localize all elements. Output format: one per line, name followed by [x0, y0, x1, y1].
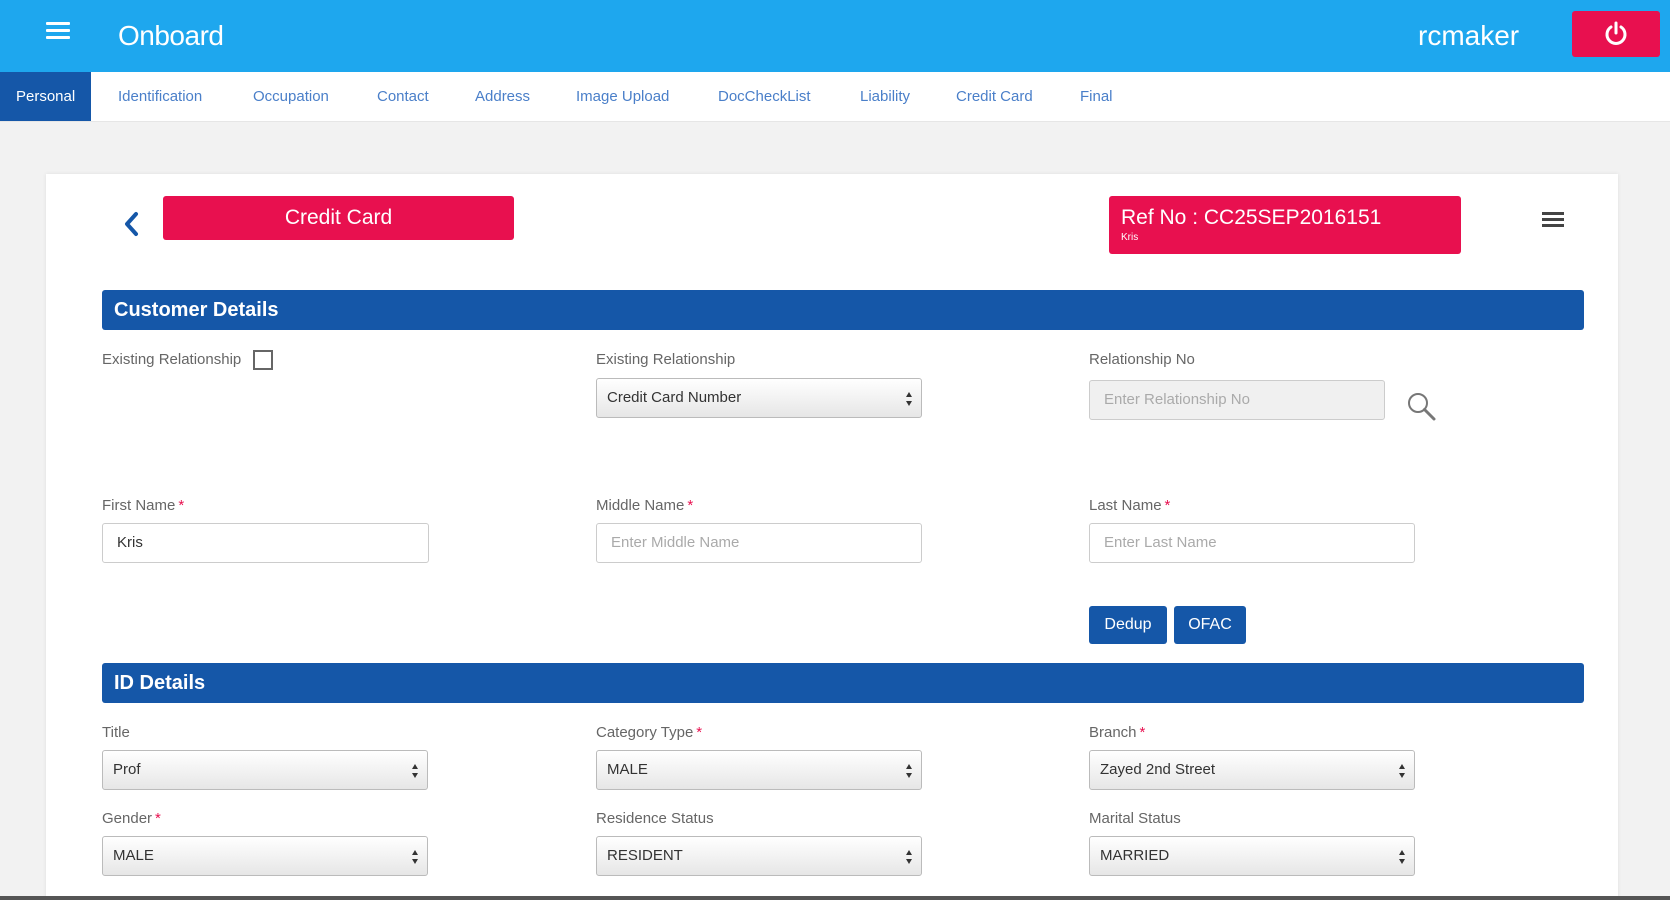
- tab-credit-card[interactable]: Credit Card: [956, 72, 1033, 121]
- required-marker: *: [178, 497, 185, 514]
- marital-status-select[interactable]: MARRIED: [1089, 836, 1415, 876]
- existing-relationship-select-label: Existing Relationship: [596, 351, 736, 368]
- required-marker: *: [687, 497, 694, 514]
- section-id-details: ID Details: [102, 663, 1584, 703]
- menu-icon[interactable]: [1542, 212, 1564, 230]
- title-select-value: Prof: [113, 761, 141, 778]
- ofac-button[interactable]: OFAC: [1174, 606, 1246, 644]
- relationship-no-input[interactable]: Enter Relationship No: [1089, 380, 1385, 420]
- last-name-label-text: Last Name: [1089, 497, 1162, 514]
- select-arrows-icon: [906, 850, 912, 864]
- residence-status-select-value: RESIDENT: [607, 847, 683, 864]
- title-label: Title: [102, 724, 130, 741]
- power-icon: [1605, 21, 1627, 45]
- tab-contact[interactable]: Contact: [377, 72, 429, 121]
- category-type-select[interactable]: MALE: [596, 750, 922, 790]
- category-type-label-text: Category Type: [596, 724, 694, 741]
- last-name-input[interactable]: Enter Last Name: [1089, 523, 1415, 563]
- select-arrows-icon: [412, 764, 418, 778]
- tab-address[interactable]: Address: [475, 72, 530, 121]
- middle-name-input[interactable]: Enter Middle Name: [596, 523, 922, 563]
- first-name-input[interactable]: Kris: [102, 523, 429, 563]
- select-arrows-icon: [906, 764, 912, 778]
- existing-relationship-select-value: Credit Card Number: [607, 389, 742, 406]
- residence-status-label: Residence Status: [596, 810, 714, 827]
- logout-button[interactable]: [1572, 11, 1660, 57]
- branch-label-text: Branch: [1089, 724, 1137, 741]
- required-marker: *: [1139, 724, 1146, 741]
- back-chevron-icon[interactable]: [120, 208, 144, 240]
- reference-number: Ref No : CC25SEP2016151: [1121, 206, 1382, 229]
- reference-badge: Ref No : CC25SEP2016151 Kris: [1109, 196, 1461, 254]
- last-name-label: Last Name *: [1089, 497, 1170, 514]
- username: rcmaker: [1418, 20, 1520, 51]
- gender-label: Gender *: [102, 810, 161, 827]
- tab-image-upload[interactable]: Image Upload: [576, 72, 669, 121]
- middle-name-label-text: Middle Name: [596, 497, 685, 514]
- branch-label: Branch *: [1089, 724, 1145, 741]
- gender-select[interactable]: MALE: [102, 836, 428, 876]
- select-arrows-icon: [906, 392, 912, 406]
- gender-select-value: MALE: [113, 847, 154, 864]
- required-marker: *: [155, 810, 161, 827]
- gender-label-text: Gender: [102, 810, 153, 827]
- tab-final[interactable]: Final: [1080, 72, 1113, 121]
- category-type-label: Category Type *: [596, 724, 702, 741]
- existing-relationship-select[interactable]: Credit Card Number: [596, 378, 922, 418]
- search-icon[interactable]: [1405, 390, 1437, 422]
- tab-occupation[interactable]: Occupation: [253, 72, 329, 121]
- section-customer-details: Customer Details: [102, 290, 1584, 330]
- app-title: Onboard: [118, 20, 224, 51]
- middle-name-label: Middle Name *: [596, 497, 693, 514]
- top-bar: Onboard rcmaker: [0, 0, 1670, 72]
- first-name-label: First Name *: [102, 497, 184, 514]
- tab-bar: Personal Identification Occupation Conta…: [0, 72, 1670, 122]
- select-arrows-icon: [412, 850, 418, 864]
- product-badge[interactable]: Credit Card: [163, 196, 514, 240]
- required-marker: *: [1164, 497, 1171, 514]
- hamburger-icon[interactable]: [46, 22, 70, 40]
- select-arrows-icon: [1399, 850, 1405, 864]
- first-name-label-text: First Name: [102, 497, 176, 514]
- reference-customer-name: Kris: [1121, 232, 1139, 243]
- marital-status-label: Marital Status: [1089, 810, 1181, 827]
- tab-identification[interactable]: Identification: [118, 72, 202, 121]
- existing-relationship-checkbox[interactable]: [253, 350, 273, 370]
- relationship-no-label: Relationship No: [1089, 351, 1195, 368]
- select-arrows-icon: [1399, 764, 1405, 778]
- required-marker: *: [696, 724, 703, 741]
- tab-doc-checklist[interactable]: DocCheckList: [718, 72, 811, 121]
- existing-relationship-checkbox-label: Existing Relationship: [102, 351, 242, 368]
- dedup-button[interactable]: Dedup: [1089, 606, 1167, 644]
- bottom-edge: [0, 896, 1670, 900]
- category-type-select-value: MALE: [607, 761, 648, 778]
- title-select[interactable]: Prof: [102, 750, 428, 790]
- residence-status-select[interactable]: RESIDENT: [596, 836, 922, 876]
- tab-personal[interactable]: Personal: [0, 72, 92, 121]
- tab-liability[interactable]: Liability: [860, 72, 910, 121]
- branch-select[interactable]: Zayed 2nd Street: [1089, 750, 1415, 790]
- marital-status-select-value: MARRIED: [1100, 847, 1170, 864]
- branch-select-value: Zayed 2nd Street: [1100, 761, 1216, 778]
